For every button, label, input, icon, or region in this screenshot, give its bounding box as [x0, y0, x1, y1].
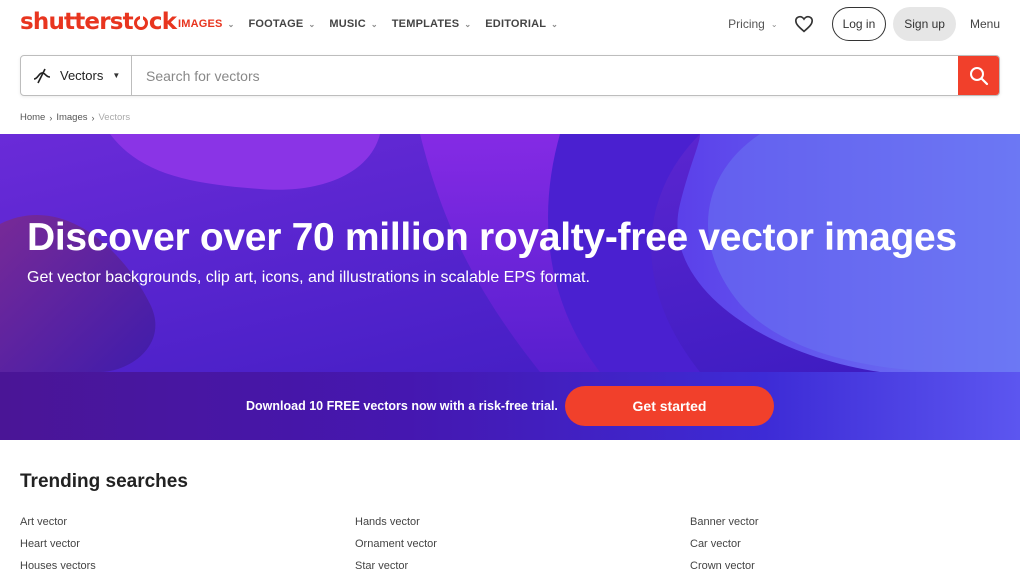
nav-images-label: IMAGES — [178, 18, 223, 30]
trending-link[interactable]: Banner vector — [690, 511, 758, 533]
search-icon — [969, 66, 988, 85]
search-bar: Vectors ▼ — [20, 55, 1000, 96]
nav-music-label: MUSIC — [329, 18, 366, 30]
pricing-label: Pricing — [728, 17, 765, 31]
trending-link[interactable]: Crown vector — [690, 555, 758, 577]
hero-banner: Discover over 70 million royalty-free ve… — [0, 134, 1020, 372]
hero-subtitle: Get vector backgrounds, clip art, icons,… — [27, 269, 590, 286]
nav-music[interactable]: MUSIC ⌄ — [329, 18, 377, 30]
search-input[interactable] — [132, 56, 958, 95]
chevron-down-icon: ⌄ — [370, 19, 378, 29]
search-type-dropdown[interactable]: Vectors ▼ — [21, 56, 132, 95]
logo-text-part-1: shutterst — [20, 9, 134, 35]
caret-down-icon: ▼ — [112, 71, 121, 80]
trending-column-2: Hands vector Ornament vector Star vector — [355, 511, 437, 577]
trending-link[interactable]: Heart vector — [20, 533, 96, 555]
hero-title: Discover over 70 million royalty-free ve… — [27, 216, 957, 259]
get-started-button[interactable]: Get started — [565, 386, 774, 426]
promo-text: Download 10 FREE vectors now with a risk… — [246, 399, 558, 413]
nav-editorial[interactable]: EDITORIAL ⌄ — [485, 18, 558, 30]
trending-link[interactable]: Art vector — [20, 511, 96, 533]
breadcrumb: Home › Images › Vectors — [20, 112, 130, 123]
nav-footage-label: FOOTAGE — [248, 18, 304, 30]
login-button[interactable]: Log in — [831, 7, 887, 41]
main-nav: IMAGES ⌄ FOOTAGE ⌄ MUSIC ⌄ TEMPLATES ⌄ EDITO… — [178, 18, 558, 30]
search-button[interactable] — [958, 56, 999, 95]
signup-button[interactable]: Sign up — [893, 7, 956, 41]
chevron-down-icon: ⌄ — [308, 19, 316, 29]
nav-templates-label: TEMPLATES — [391, 18, 460, 30]
chevron-right-icon: › — [49, 112, 53, 123]
menu-button[interactable]: Menu — [970, 17, 1000, 31]
logo-power-icon — [133, 14, 148, 30]
nav-images[interactable]: IMAGES ⌄ — [178, 18, 235, 30]
nav-footage[interactable]: FOOTAGE ⌄ — [249, 18, 316, 30]
account-nav: Pricing ⌄ Log in Sign up Menu — [728, 7, 1000, 41]
top-navigation: shutterst ck IMAGES ⌄ FOOTAGE ⌄ MUSIC ⌄ TEMP… — [0, 0, 1020, 50]
trending-link[interactable]: Ornament vector — [355, 533, 437, 555]
trending-column-3: Banner vector Car vector Crown vector — [690, 511, 758, 577]
trending-column-1: Art vector Heart vector Houses vectors — [20, 511, 96, 577]
breadcrumb-current: Vectors — [98, 112, 131, 123]
chevron-down-icon: ⌄ — [551, 19, 559, 29]
trending-link[interactable]: Car vector — [690, 533, 758, 555]
breadcrumb-home[interactable]: Home — [20, 112, 45, 123]
nav-templates[interactable]: TEMPLATES ⌄ — [392, 18, 472, 30]
heart-icon[interactable] — [794, 15, 814, 33]
shutterstock-logo[interactable]: shutterst ck — [20, 9, 177, 35]
trending-link[interactable]: Hands vector — [355, 511, 437, 533]
promo-band: Download 10 FREE vectors now with a risk… — [0, 372, 1020, 440]
nav-editorial-label: EDITORIAL — [485, 18, 547, 30]
trending-title: Trending searches — [20, 471, 188, 492]
chevron-down-icon: ⌄ — [464, 19, 472, 29]
logo-text-part-2: ck — [148, 9, 177, 35]
chevron-right-icon: › — [91, 112, 95, 123]
chevron-down-icon: ⌄ — [770, 19, 778, 29]
chevron-down-icon: ⌄ — [227, 19, 235, 29]
trending-link[interactable]: Houses vectors — [20, 555, 96, 577]
pricing-dropdown[interactable]: Pricing ⌄ — [728, 17, 777, 31]
breadcrumb-images[interactable]: Images — [56, 112, 87, 123]
search-type-label: Vectors — [60, 68, 104, 83]
trending-link[interactable]: Star vector — [355, 555, 437, 577]
vector-pen-icon — [33, 68, 51, 83]
